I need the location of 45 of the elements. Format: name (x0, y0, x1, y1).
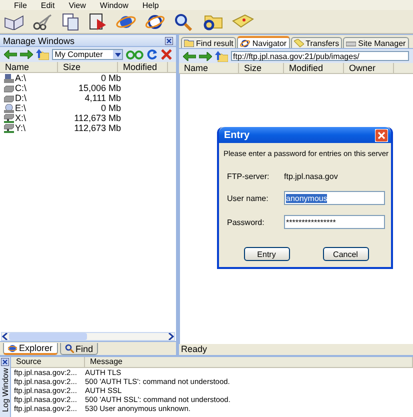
field-label: User name: (227, 194, 270, 202)
drive-name: E:\ (15, 103, 26, 113)
column-header[interactable]: Message (85, 357, 413, 367)
drive-name: D:\ (15, 93, 27, 103)
column-header[interactable]: Size (58, 62, 118, 72)
cancel-button[interactable]: Cancel (322, 247, 368, 261)
password-field[interactable]: **************** (284, 215, 385, 229)
address-field[interactable]: ftp://ftp.jpl.nasa.gov:21/pub/images/ (231, 51, 409, 61)
drive-name: C:\ (15, 83, 27, 93)
column-header[interactable]: Modified (118, 62, 168, 72)
location-dropdown[interactable]: My Computer (52, 49, 124, 60)
drive-name: X:\ (15, 113, 26, 123)
column-header[interactable]: Name (179, 63, 239, 73)
drive-size: 112,673 Mb (73, 113, 121, 123)
panel-tab[interactable]: Explorer (3, 343, 58, 355)
field-label: Password: (227, 218, 266, 226)
column-header[interactable]: Name (0, 62, 58, 72)
panel-tab[interactable]: Find result (181, 37, 236, 48)
drive-size: 112,673 Mb (73, 123, 121, 133)
menu-item[interactable]: Edit (40, 0, 55, 10)
log-window-title: Log Window (0, 368, 10, 412)
column-header[interactable]: Size (239, 63, 284, 73)
drive-size: 15,006 Mb (77, 83, 121, 93)
dialog-title: Entry (224, 130, 250, 140)
panel-tab[interactable]: Site Manager (343, 37, 409, 48)
menu-item[interactable]: Help (142, 0, 159, 10)
server-address: ftp.jpl.nasa.gov (284, 172, 339, 181)
column-header[interactable]: Source (11, 357, 85, 367)
username-field[interactable]: anonymous (284, 191, 385, 205)
field-label: FTP-server: (227, 172, 270, 181)
drive-size: 0 Mb (100, 73, 121, 83)
menu-item[interactable]: Window (100, 0, 128, 10)
column-header[interactable]: Modified (284, 63, 344, 73)
drive-name: Y:\ (15, 123, 26, 133)
drive-size: 4,111 Mb (84, 93, 121, 103)
entry-button[interactable]: Entry (244, 247, 290, 261)
panel-tab[interactable]: Navigator (237, 36, 290, 48)
column-header[interactable]: Owner (344, 63, 394, 73)
drive-name: A:\ (15, 73, 26, 83)
menu-item[interactable]: View (68, 0, 86, 10)
menu-item[interactable]: File (14, 0, 27, 10)
panel-tab[interactable]: Transfers (290, 37, 342, 48)
panel-title: Manage Windows (3, 36, 75, 46)
panel-tab[interactable]: Find (60, 343, 98, 355)
drive-size: 0 Mb (100, 103, 121, 113)
